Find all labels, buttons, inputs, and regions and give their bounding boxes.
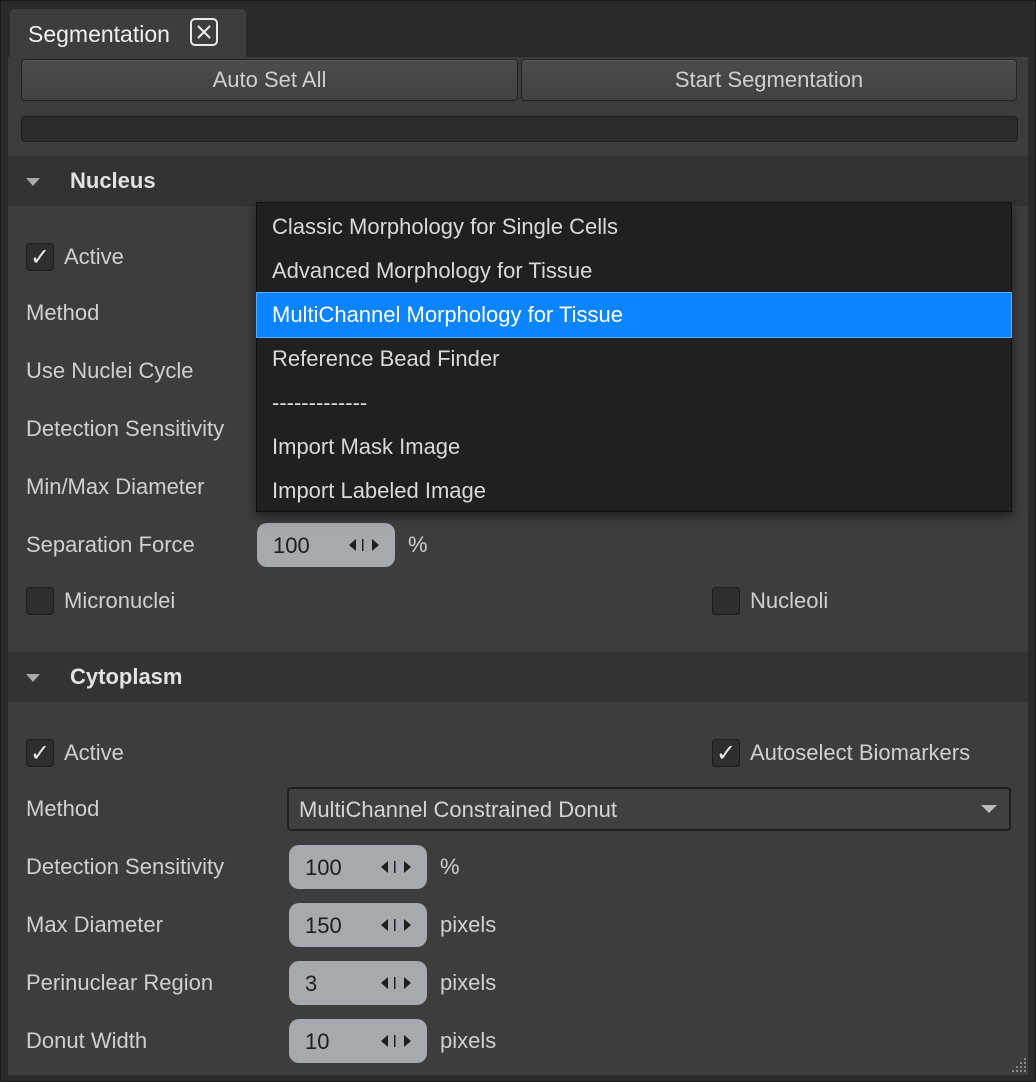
nucleus-active-checkbox[interactable]: ✓	[26, 243, 54, 271]
cytoplasm-active-label: Active	[64, 740, 124, 765]
cytoplasm-detection-sensitivity-label: Detection Sensitivity	[26, 854, 225, 879]
dropdown-separator: -------------	[272, 390, 368, 415]
tab-title: Segmentation	[28, 21, 170, 47]
dropdown-option[interactable]: Advanced Morphology for Tissue	[257, 249, 1011, 293]
stepper-arrows-icon[interactable]	[379, 976, 413, 990]
max-diameter-label: Max Diameter	[26, 912, 163, 937]
progress-bar	[21, 116, 1018, 142]
stepper-value: 3	[305, 971, 318, 996]
perinuclear-region-stepper[interactable]: 3	[289, 961, 427, 1005]
auto-set-all-button[interactable]: Auto Set All	[21, 59, 518, 101]
resize-grip-icon[interactable]	[1008, 1054, 1028, 1074]
stepper-value: 100	[273, 533, 310, 558]
checkmark-icon: ✓	[716, 739, 737, 767]
separation-force-label: Separation Force	[26, 532, 195, 557]
separation-force-stepper[interactable]: 100	[257, 523, 395, 567]
nucleus-active-label: Active	[64, 244, 124, 269]
nucleus-detection-sensitivity-label: Detection Sensitivity	[26, 416, 225, 441]
nucleoli-label: Nucleoli	[750, 588, 829, 613]
cytoplasm-method-select[interactable]: MultiChannel Constrained Donut	[287, 787, 1011, 831]
stepper-value: 100	[305, 855, 342, 880]
detection-sensitivity-stepper[interactable]: 100	[289, 845, 427, 889]
nucleus-method-label: Method	[26, 300, 100, 325]
chevron-down-icon	[981, 805, 997, 813]
dropdown-option[interactable]: Classic Morphology for Single Cells	[257, 205, 1011, 249]
perinuclear-region-label: Perinuclear Region	[26, 970, 214, 995]
dropdown-option-selected[interactable]: MultiChannel Morphology for Tissue	[256, 292, 1012, 338]
detection-sensitivity-unit: %	[440, 854, 460, 879]
stepper-arrows-icon[interactable]	[379, 1034, 413, 1048]
cytoplasm-method-label: Method	[26, 796, 100, 821]
micronuclei-checkbox[interactable]	[26, 587, 54, 615]
dropdown-option[interactable]: Import Mask Image	[257, 425, 1011, 469]
stepper-value: 10	[305, 1029, 330, 1054]
section-title: Cytoplasm	[70, 664, 183, 689]
close-icon[interactable]	[190, 18, 218, 46]
collapse-triangle-icon	[26, 178, 40, 186]
nucleoli-checkbox[interactable]	[712, 587, 740, 615]
stepper-arrows-icon[interactable]	[379, 918, 413, 932]
nucleus-method-dropdown: Classic Morphology for Single Cells Adva…	[256, 202, 1012, 512]
stepper-value: 150	[305, 913, 342, 938]
cytoplasm-active-checkbox[interactable]: ✓	[26, 739, 54, 767]
stepper-arrows-icon[interactable]	[379, 860, 413, 874]
checkmark-icon: ✓	[30, 739, 51, 767]
use-nuclei-cycle-label: Use Nuclei Cycle	[26, 358, 194, 383]
collapse-triangle-icon	[26, 674, 40, 682]
max-diameter-unit: pixels	[440, 912, 497, 937]
dropdown-option[interactable]: Reference Bead Finder	[257, 337, 1011, 381]
select-value: MultiChannel Constrained Donut	[299, 797, 617, 822]
donut-width-stepper[interactable]: 10	[289, 1019, 427, 1063]
tab-segmentation[interactable]: Segmentation	[10, 9, 246, 57]
max-diameter-stepper[interactable]: 150	[289, 903, 427, 947]
donut-width-unit: pixels	[440, 1028, 497, 1053]
min-max-diameter-label: Min/Max Diameter	[26, 474, 205, 499]
nucleus-section-header[interactable]: Nucleus	[8, 156, 1028, 206]
micronuclei-label: Micronuclei	[64, 588, 176, 613]
donut-width-label: Donut Width	[26, 1028, 148, 1053]
perinuclear-region-unit: pixels	[440, 970, 497, 995]
cytoplasm-section-header[interactable]: Cytoplasm	[8, 652, 1028, 702]
dropdown-option[interactable]: Import Labeled Image	[257, 469, 1011, 513]
checkmark-icon: ✓	[30, 243, 51, 271]
section-title: Nucleus	[70, 168, 156, 193]
separation-force-unit: %	[408, 532, 428, 557]
autoselect-biomarkers-label: Autoselect Biomarkers	[750, 740, 971, 765]
stepper-arrows-icon[interactable]	[347, 538, 381, 552]
autoselect-biomarkers-checkbox[interactable]: ✓	[712, 739, 740, 767]
start-segmentation-button[interactable]: Start Segmentation	[521, 59, 1017, 101]
